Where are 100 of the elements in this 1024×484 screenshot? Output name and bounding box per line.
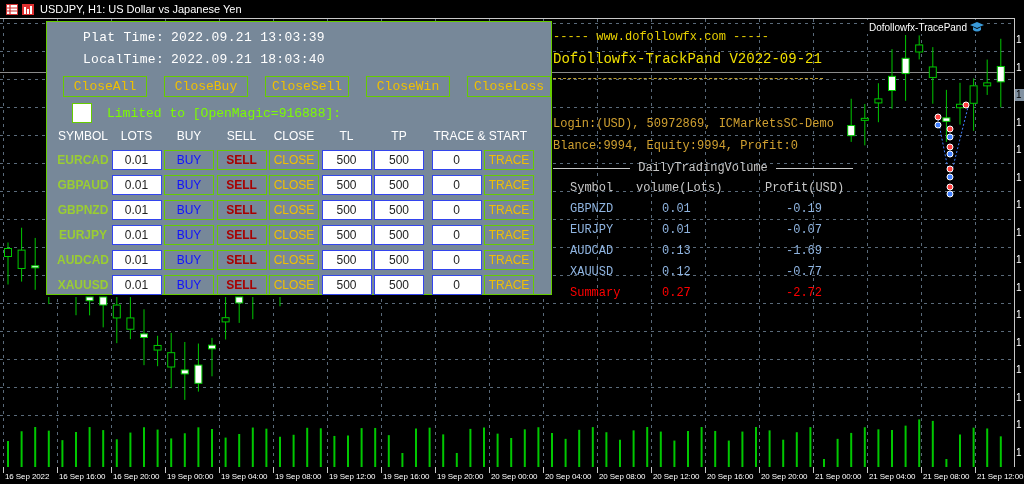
close-orders-button[interactable]: CloseBuy: [164, 76, 248, 97]
volume-bar: [523, 428, 526, 467]
volume-bar: [333, 434, 336, 467]
close-button[interactable]: CLOSE: [269, 225, 319, 245]
trace-button[interactable]: TRACE: [484, 225, 534, 245]
symbol-cell-text: GBPNZD: [570, 201, 614, 218]
sell-button[interactable]: SELL: [216, 150, 267, 170]
volume-bar: [469, 427, 472, 467]
close-button[interactable]: CLOSE: [269, 175, 319, 195]
buy-button[interactable]: BUY: [164, 175, 214, 195]
close-button[interactable]: CLOSE: [269, 200, 319, 220]
take-profit-field[interactable]: 500: [374, 225, 424, 245]
chart-icon[interactable]: [22, 3, 34, 15]
table-icon[interactable]: [6, 3, 18, 15]
volume-bar: [170, 437, 173, 467]
trace-button[interactable]: TRACE: [484, 175, 534, 195]
volume-bar: [673, 439, 676, 467]
price-label: 1: [1015, 116, 1023, 129]
sell-button[interactable]: SELL: [216, 200, 267, 220]
price-label: 1: [1015, 446, 1023, 459]
close-button[interactable]: CLOSE: [269, 275, 319, 295]
close-button[interactable]: CLOSE: [269, 250, 319, 270]
column-header: LOTS: [119, 129, 154, 145]
volume-bar: [795, 431, 798, 467]
buy-button[interactable]: BUY: [164, 200, 214, 220]
take-profit-field[interactable]: 500: [374, 150, 424, 170]
close-orders-button[interactable]: CloseLoss: [467, 76, 551, 97]
trace-field[interactable]: 0: [431, 225, 482, 245]
lots-field[interactable]: 0.01: [111, 175, 162, 195]
volume-bar: [809, 426, 812, 467]
time-label: 21 Sep 04:00: [869, 471, 916, 482]
stop-loss-field[interactable]: 500: [321, 250, 372, 270]
symbol-label: EURJPY: [58, 228, 108, 242]
trace-field[interactable]: 0: [431, 200, 482, 220]
take-profit-field[interactable]: 500: [374, 175, 424, 195]
price-label: 1: [1015, 419, 1023, 431]
lots-field[interactable]: 0.01: [111, 225, 162, 245]
column-header: TL: [338, 129, 355, 145]
volume-bar: [741, 430, 744, 467]
column-header: CLOSE: [272, 129, 316, 145]
close-button[interactable]: CLOSE: [269, 150, 319, 170]
stop-loss-field[interactable]: 500: [321, 150, 372, 170]
close-orders-button[interactable]: CloseAll: [63, 76, 147, 97]
take-profit-field[interactable]: 500: [374, 200, 424, 220]
lots-field[interactable]: 0.01: [111, 250, 162, 270]
time-label: 21 Sep 12:00: [977, 471, 1024, 482]
trace-button[interactable]: TRACE: [484, 250, 534, 270]
sell-button[interactable]: SELL: [216, 275, 267, 295]
volume-bar: [34, 426, 37, 467]
trace-field[interactable]: 0: [431, 275, 482, 295]
take-profit-field[interactable]: 500: [374, 250, 424, 270]
column-header: volume(Lots): [636, 180, 723, 197]
lots-field[interactable]: 0.01: [111, 200, 162, 220]
volume-bar: [877, 428, 880, 467]
time-label: 21 Sep 00:00: [815, 471, 862, 482]
volume-heading: DailyTradingVolume: [638, 161, 768, 175]
trace-button[interactable]: TRACE: [484, 150, 534, 170]
volume-bar: [20, 430, 23, 467]
stop-loss-field[interactable]: 500: [321, 225, 372, 245]
volume-bar: [455, 452, 458, 467]
local-time-value: 2022.09.21 18:03:40: [171, 51, 325, 67]
time-label: 20 Sep 08:00: [599, 471, 646, 482]
buy-button[interactable]: BUY: [164, 225, 214, 245]
lots-field[interactable]: 0.01: [111, 150, 162, 170]
volume-bar: [918, 418, 921, 467]
sell-button[interactable]: SELL: [216, 250, 267, 270]
trace-button[interactable]: TRACE: [484, 275, 534, 295]
volume-bar: [931, 419, 934, 467]
close-orders-button[interactable]: CloseWin: [366, 76, 450, 97]
price-label: 1: [1015, 336, 1023, 349]
sell-button[interactable]: SELL: [216, 225, 267, 245]
volume-cell-text: 0.12: [661, 264, 691, 281]
trace-field[interactable]: 0: [431, 250, 482, 270]
buy-button[interactable]: BUY: [164, 275, 214, 295]
volume-cell-text: 0.01: [661, 222, 691, 239]
trace-field[interactable]: 0: [431, 175, 482, 195]
volume-bar: [659, 430, 662, 467]
volume-bar: [768, 429, 771, 467]
volume-bar: [251, 426, 254, 467]
take-profit-field[interactable]: 500: [374, 275, 424, 295]
stop-loss-field[interactable]: 500: [321, 275, 372, 295]
volume-bar: [578, 428, 581, 467]
checkbox[interactable]: [72, 103, 92, 123]
stop-loss-field[interactable]: 500: [321, 175, 372, 195]
stop-loss-field[interactable]: 500: [321, 200, 372, 220]
price-label: 1: [1015, 199, 1023, 211]
volume-bar: [197, 426, 200, 467]
sell-button[interactable]: SELL: [216, 175, 267, 195]
trace-field[interactable]: 0: [431, 150, 482, 170]
graduation-cap-icon: [970, 21, 984, 33]
volume-bar: [428, 426, 431, 467]
volume-bar: [850, 431, 853, 467]
profit-cell-text: -0.77: [785, 264, 822, 281]
buy-button[interactable]: BUY: [164, 250, 214, 270]
buy-button[interactable]: BUY: [164, 150, 214, 170]
lots-field[interactable]: 0.01: [111, 275, 162, 295]
close-orders-button[interactable]: CloseSell: [265, 76, 349, 97]
volume-bar: [605, 431, 608, 467]
trace-button[interactable]: TRACE: [484, 200, 534, 220]
volume-bar: [224, 436, 227, 467]
